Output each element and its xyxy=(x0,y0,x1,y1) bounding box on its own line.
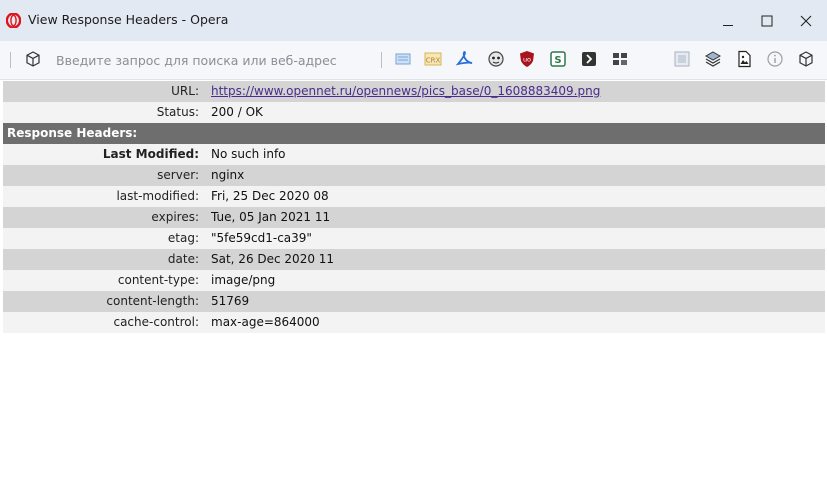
table-row: etag: "5fe59cd1-ca39" xyxy=(3,228,825,249)
table-row: expires: Tue, 05 Jan 2021 11 xyxy=(3,207,825,228)
row-value: No such info xyxy=(211,147,286,161)
info-icon[interactable] xyxy=(766,50,784,68)
box-icon[interactable] xyxy=(797,50,815,68)
window-title: View Response Headers - Opera xyxy=(28,12,229,27)
row-value: max-age=864000 xyxy=(211,315,320,329)
table-row: URL: https://www.opennet.ru/opennews/pic… xyxy=(3,81,825,102)
svg-text:CRX: CRX xyxy=(426,57,441,65)
row-key: URL: xyxy=(171,84,199,98)
svg-text:S: S xyxy=(554,55,561,66)
row-key: date: xyxy=(167,252,199,266)
headers-table: URL: https://www.opennet.ru/opennews/pic… xyxy=(3,81,825,333)
opera-logo-icon xyxy=(5,12,22,29)
row-value: Fri, 25 Dec 2020 08 xyxy=(211,189,329,203)
row-value: Tue, 05 Jan 2021 11 xyxy=(211,210,331,224)
box-icon[interactable] xyxy=(24,50,42,68)
table-row: last-modified: Fri, 25 Dec 2020 08 xyxy=(3,186,825,207)
url-link[interactable]: https://www.opennet.ru/opennews/pics_bas… xyxy=(211,84,600,98)
row-value: 51769 xyxy=(211,294,250,308)
table-row: Last Modified: No such info xyxy=(3,144,825,165)
svg-text:uo: uo xyxy=(523,56,531,64)
row-value: image/png xyxy=(211,273,276,287)
row-value: https://www.opennet.ru/opennews/pics_bas… xyxy=(205,81,825,102)
stack-icon[interactable] xyxy=(704,50,722,68)
row-value: Sat, 26 Dec 2020 11 xyxy=(211,252,335,266)
section-header: Response Headers: xyxy=(3,123,825,144)
address-input[interactable] xyxy=(56,50,374,70)
table-row: content-type: image/png xyxy=(3,270,825,291)
row-key: expires: xyxy=(151,210,199,224)
table-row: content-length: 51769 xyxy=(3,291,825,312)
toolbar-separator xyxy=(381,52,382,68)
close-button[interactable] xyxy=(793,8,819,34)
row-key: content-length: xyxy=(106,294,199,308)
row-key: server: xyxy=(157,168,199,182)
table-row: cache-control: max-age=864000 xyxy=(3,312,825,333)
image-icon[interactable] xyxy=(735,50,753,68)
row-key: Status: xyxy=(156,105,199,119)
page-icon[interactable] xyxy=(394,50,412,68)
row-key: last-modified: xyxy=(116,189,199,203)
row-key: Last Modified: xyxy=(102,147,199,161)
row-value: 200 / OK xyxy=(211,105,263,119)
crx-icon[interactable]: CRX xyxy=(424,50,442,68)
maximize-button[interactable] xyxy=(754,8,780,34)
pdf-icon[interactable] xyxy=(456,50,474,68)
ublock-icon[interactable]: uo xyxy=(518,50,536,68)
s-icon[interactable]: S xyxy=(549,50,567,68)
table-row: date: Sat, 26 Dec 2020 11 xyxy=(3,249,825,270)
ghost-icon[interactable] xyxy=(487,50,505,68)
table-row: server: nginx xyxy=(3,165,825,186)
row-key: content-type: xyxy=(117,273,199,287)
row-value: nginx xyxy=(211,168,245,182)
terminal-icon[interactable] xyxy=(580,50,598,68)
screenshot-icon[interactable] xyxy=(673,50,691,68)
grid-icon[interactable] xyxy=(611,50,629,68)
title-bar: View Response Headers - Opera xyxy=(0,0,827,41)
table-row: Status: 200 / OK xyxy=(3,102,825,123)
row-key: cache-control: xyxy=(113,315,199,329)
minimize-button[interactable] xyxy=(715,8,741,34)
row-key: etag: xyxy=(167,231,199,245)
toolbar-separator xyxy=(10,52,11,68)
row-value: "5fe59cd1-ca39" xyxy=(211,231,312,245)
